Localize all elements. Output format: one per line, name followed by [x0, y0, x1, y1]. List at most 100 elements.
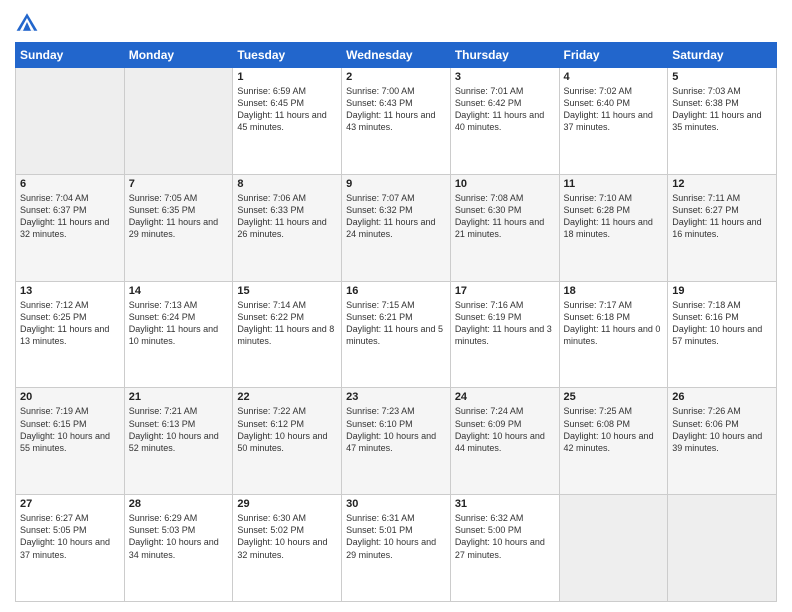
- day-number: 25: [564, 391, 664, 403]
- day-number: 11: [564, 178, 664, 190]
- day-number: 20: [20, 391, 120, 403]
- day-number: 4: [564, 71, 664, 83]
- calendar-cell: [559, 495, 668, 602]
- calendar-week-2: 6 Sunrise: 7:04 AMSunset: 6:37 PMDaylight…: [16, 174, 777, 281]
- day-number: 6: [20, 178, 120, 190]
- logo-icon: [15, 10, 39, 34]
- calendar-cell: 17Sunrise: 7:16 AMSunset: 6:19 PMDayligh…: [450, 281, 559, 388]
- cell-details: Sunrise: 6:29 AMSunset: 5:03 PMDaylight:…: [129, 512, 229, 561]
- day-number: 3: [455, 71, 555, 83]
- day-number: 26: [672, 391, 772, 403]
- day-number: 24: [455, 391, 555, 403]
- calendar-cell: 2 Sunrise: 7:00 AMSunset: 6:43 PMDaylight…: [342, 68, 451, 175]
- calendar-cell: 20 Sunrise: 7:19 AMSunset: 6:15 PMDayligh…: [16, 388, 125, 495]
- day-number: 12: [672, 178, 772, 190]
- calendar-cell: 24 Sunrise: 7:24 AMSunset: 6:09 PMDayligh…: [450, 388, 559, 495]
- calendar-cell: 18 Sunrise: 7:17 AMSunset: 6:18 PMDayligh…: [559, 281, 668, 388]
- calendar-cell: 6 Sunrise: 7:04 AMSunset: 6:37 PMDaylight…: [16, 174, 125, 281]
- calendar-cell: 7 Sunrise: 7:05 AMSunset: 6:35 PMDaylight…: [124, 174, 233, 281]
- cell-details: Sunrise: 7:17 AMSunset: 6:18 PMDaylight:…: [564, 299, 664, 348]
- cell-details: Sunrise: 6:31 AMSunset: 5:01 PMDaylight:…: [346, 512, 446, 561]
- calendar-cell: 21Sunrise: 7:21 AMSunset: 6:13 PMDayligh…: [124, 388, 233, 495]
- cell-details: Sunrise: 7:10 AMSunset: 6:28 PMDaylight:…: [564, 192, 664, 241]
- cell-details: Sunrise: 7:00 AMSunset: 6:43 PMDaylight:…: [346, 85, 446, 134]
- calendar-cell: 22 Sunrise: 7:22 AMSunset: 6:12 PMDayligh…: [233, 388, 342, 495]
- calendar-cell: 15 Sunrise: 7:14 AMSunset: 6:22 PMDayligh…: [233, 281, 342, 388]
- day-number: 18: [564, 285, 664, 297]
- calendar-cell: 14Sunrise: 7:13 AMSunset: 6:24 PMDayligh…: [124, 281, 233, 388]
- day-number: 22: [237, 391, 337, 403]
- cell-details: Sunrise: 7:02 AMSunset: 6:40 PMDaylight:…: [564, 85, 664, 134]
- calendar-cell: 12 Sunrise: 7:11 AMSunset: 6:27 PMDayligh…: [668, 174, 777, 281]
- cell-details: Sunrise: 7:04 AMSunset: 6:37 PMDaylight:…: [20, 192, 120, 241]
- calendar-cell: 16 Sunrise: 7:15 AMSunset: 6:21 PMDayligh…: [342, 281, 451, 388]
- cell-details: Sunrise: 6:30 AMSunset: 5:02 PMDaylight:…: [237, 512, 337, 561]
- cell-details: Sunrise: 7:01 AMSunset: 6:42 PMDaylight:…: [455, 85, 555, 134]
- day-number: 14: [129, 285, 229, 297]
- calendar-week-1: 1 Sunrise: 6:59 AMSunset: 6:45 PMDaylight…: [16, 68, 777, 175]
- day-number: 10: [455, 178, 555, 190]
- cell-details: Sunrise: 7:23 AMSunset: 6:10 PMDaylight:…: [346, 405, 446, 454]
- calendar-week-4: 20 Sunrise: 7:19 AMSunset: 6:15 PMDayligh…: [16, 388, 777, 495]
- calendar-cell: [16, 68, 125, 175]
- calendar-cell: 23 Sunrise: 7:23 AMSunset: 6:10 PMDayligh…: [342, 388, 451, 495]
- cell-details: Sunrise: 7:14 AMSunset: 6:22 PMDaylight:…: [237, 299, 337, 348]
- day-header-friday: Friday: [559, 43, 668, 68]
- cell-details: Sunrise: 7:24 AMSunset: 6:09 PMDaylight:…: [455, 405, 555, 454]
- calendar-cell: 31 Sunrise: 6:32 AMSunset: 5:00 PMDayligh…: [450, 495, 559, 602]
- cell-details: Sunrise: 7:15 AMSunset: 6:21 PMDaylight:…: [346, 299, 446, 348]
- calendar-cell: 1 Sunrise: 6:59 AMSunset: 6:45 PMDaylight…: [233, 68, 342, 175]
- calendar-cell: 29 Sunrise: 6:30 AMSunset: 5:02 PMDayligh…: [233, 495, 342, 602]
- day-number: 1: [237, 71, 337, 83]
- calendar-cell: 11 Sunrise: 7:10 AMSunset: 6:28 PMDayligh…: [559, 174, 668, 281]
- cell-details: Sunrise: 6:27 AMSunset: 5:05 PMDaylight:…: [20, 512, 120, 561]
- day-number: 28: [129, 498, 229, 510]
- calendar-week-5: 27 Sunrise: 6:27 AMSunset: 5:05 PMDayligh…: [16, 495, 777, 602]
- day-header-tuesday: Tuesday: [233, 43, 342, 68]
- calendar-cell: [124, 68, 233, 175]
- calendar-cell: 27 Sunrise: 6:27 AMSunset: 5:05 PMDayligh…: [16, 495, 125, 602]
- calendar-cell: 4 Sunrise: 7:02 AMSunset: 6:40 PMDaylight…: [559, 68, 668, 175]
- cell-details: Sunrise: 7:06 AMSunset: 6:33 PMDaylight:…: [237, 192, 337, 241]
- cell-details: Sunrise: 7:12 AMSunset: 6:25 PMDaylight:…: [20, 299, 120, 348]
- day-number: 30: [346, 498, 446, 510]
- day-number: 7: [129, 178, 229, 190]
- cell-details: Sunrise: 7:22 AMSunset: 6:12 PMDaylight:…: [237, 405, 337, 454]
- day-number: 5: [672, 71, 772, 83]
- cell-details: Sunrise: 7:19 AMSunset: 6:15 PMDaylight:…: [20, 405, 120, 454]
- calendar-cell: 30 Sunrise: 6:31 AMSunset: 5:01 PMDayligh…: [342, 495, 451, 602]
- cell-details: Sunrise: 7:05 AMSunset: 6:35 PMDaylight:…: [129, 192, 229, 241]
- day-number: 19: [672, 285, 772, 297]
- cell-details: Sunrise: 7:03 AMSunset: 6:38 PMDaylight:…: [672, 85, 772, 134]
- day-number: 23: [346, 391, 446, 403]
- day-number: 15: [237, 285, 337, 297]
- calendar-cell: 13 Sunrise: 7:12 AMSunset: 6:25 PMDayligh…: [16, 281, 125, 388]
- day-number: 13: [20, 285, 120, 297]
- calendar-table: SundayMondayTuesdayWednesdayThursdayFrid…: [15, 42, 777, 602]
- logo: [15, 10, 43, 34]
- day-header-thursday: Thursday: [450, 43, 559, 68]
- day-number: 16: [346, 285, 446, 297]
- day-number: 31: [455, 498, 555, 510]
- cell-details: Sunrise: 7:11 AMSunset: 6:27 PMDaylight:…: [672, 192, 772, 241]
- calendar-cell: 25Sunrise: 7:25 AMSunset: 6:08 PMDayligh…: [559, 388, 668, 495]
- day-number: 17: [455, 285, 555, 297]
- calendar-header-row: SundayMondayTuesdayWednesdayThursdayFrid…: [16, 43, 777, 68]
- calendar-cell: 26Sunrise: 7:26 AMSunset: 6:06 PMDayligh…: [668, 388, 777, 495]
- calendar-cell: [668, 495, 777, 602]
- header: [15, 10, 777, 34]
- day-number: 9: [346, 178, 446, 190]
- cell-details: Sunrise: 6:32 AMSunset: 5:00 PMDaylight:…: [455, 512, 555, 561]
- calendar-cell: 8 Sunrise: 7:06 AMSunset: 6:33 PMDaylight…: [233, 174, 342, 281]
- day-number: 27: [20, 498, 120, 510]
- calendar-cell: 19Sunrise: 7:18 AMSunset: 6:16 PMDayligh…: [668, 281, 777, 388]
- day-number: 21: [129, 391, 229, 403]
- calendar-week-3: 13 Sunrise: 7:12 AMSunset: 6:25 PMDayligh…: [16, 281, 777, 388]
- calendar-cell: 5 Sunrise: 7:03 AMSunset: 6:38 PMDaylight…: [668, 68, 777, 175]
- day-number: 8: [237, 178, 337, 190]
- calendar-cell: 9Sunrise: 7:07 AMSunset: 6:32 PMDaylight…: [342, 174, 451, 281]
- day-number: 2: [346, 71, 446, 83]
- cell-details: Sunrise: 6:59 AMSunset: 6:45 PMDaylight:…: [237, 85, 337, 134]
- day-header-sunday: Sunday: [16, 43, 125, 68]
- day-number: 29: [237, 498, 337, 510]
